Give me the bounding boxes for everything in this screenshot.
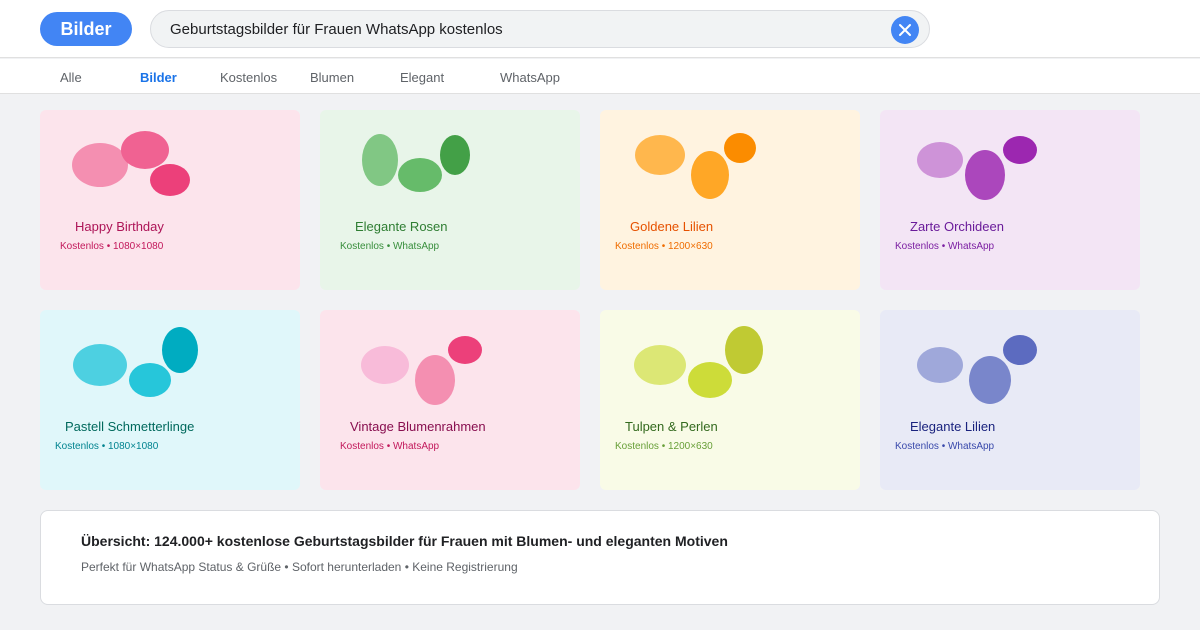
flower-shape bbox=[150, 164, 190, 196]
flower-shape bbox=[969, 356, 1011, 404]
search-input[interactable] bbox=[170, 11, 890, 47]
summary-title: Übersicht: 124.000+ kostenlose Geburtsta… bbox=[81, 533, 728, 549]
image-card[interactable]: Tulpen & Perlen Kostenlos • 1200×630 bbox=[600, 310, 860, 490]
summary-panel: Übersicht: 124.000+ kostenlose Geburtsta… bbox=[40, 510, 1160, 605]
logo-button[interactable]: Bilder bbox=[40, 12, 132, 46]
image-card[interactable]: Vintage Blumenrahmen Kostenlos • WhatsAp… bbox=[320, 310, 580, 490]
image-card[interactable]: Happy Birthday Kostenlos • 1080×1080 bbox=[40, 110, 300, 290]
header: Bilder bbox=[0, 0, 1200, 58]
flower-shape bbox=[415, 355, 455, 405]
image-card[interactable]: Goldene Lilien Kostenlos • 1200×630 bbox=[600, 110, 860, 290]
flower-shape bbox=[635, 135, 685, 175]
summary-subtitle: Perfekt für WhatsApp Status & Grüße • So… bbox=[81, 560, 518, 574]
card-meta: Kostenlos • WhatsApp bbox=[340, 241, 440, 252]
flower-shape bbox=[688, 362, 732, 398]
card-meta: Kostenlos • WhatsApp bbox=[895, 441, 995, 452]
butterfly-shape bbox=[73, 344, 127, 386]
card-title: Elegante Lilien bbox=[910, 419, 996, 434]
flower-shape bbox=[72, 143, 128, 187]
image-card[interactable]: Elegante Lilien Kostenlos • WhatsApp bbox=[880, 310, 1140, 490]
butterfly-shape bbox=[129, 363, 171, 397]
flower-shape bbox=[634, 345, 686, 385]
card-title: Tulpen & Perlen bbox=[625, 419, 718, 434]
card-meta: Kostenlos • 1200×630 bbox=[615, 441, 713, 452]
card-meta: Kostenlos • 1080×1080 bbox=[60, 241, 164, 252]
flower-shape bbox=[398, 158, 442, 192]
flower-shape bbox=[440, 135, 470, 175]
flower-shape bbox=[917, 142, 963, 178]
card-title: Goldene Lilien bbox=[630, 219, 714, 234]
butterfly-shape bbox=[162, 327, 198, 373]
flower-shape bbox=[448, 336, 482, 364]
card-meta: Kostenlos • WhatsApp bbox=[340, 441, 440, 452]
flower-shape bbox=[917, 347, 963, 383]
card-title: Elegante Rosen bbox=[355, 219, 448, 234]
flower-shape bbox=[362, 134, 398, 186]
flower-shape bbox=[1003, 335, 1037, 365]
card-title: Zarte Orchideen bbox=[910, 219, 1004, 234]
card-title: Vintage Blumenrahmen bbox=[350, 419, 486, 434]
flower-shape bbox=[725, 326, 763, 374]
flower-shape bbox=[965, 150, 1005, 200]
flower-shape bbox=[1003, 136, 1037, 164]
image-card[interactable]: Elegante Rosen Kostenlos • WhatsApp bbox=[320, 110, 580, 290]
tab-blumen[interactable]: Blumen bbox=[310, 70, 354, 85]
card-title: Pastell Schmetterlinge bbox=[65, 419, 195, 434]
card-meta: Kostenlos • 1200×630 bbox=[615, 241, 713, 252]
clear-search-button[interactable] bbox=[891, 16, 919, 44]
tab-bilder[interactable]: Bilder bbox=[140, 70, 177, 85]
tab-bar: Alle Bilder Kostenlos Blumen Elegant Wha… bbox=[0, 59, 1200, 94]
flower-shape bbox=[724, 133, 756, 163]
flower-shape bbox=[361, 346, 409, 384]
close-icon bbox=[899, 24, 911, 36]
image-card[interactable]: Zarte Orchideen Kostenlos • WhatsApp bbox=[880, 110, 1140, 290]
search-box[interactable] bbox=[150, 10, 930, 48]
flower-shape bbox=[691, 151, 729, 199]
card-meta: Kostenlos • WhatsApp bbox=[895, 241, 995, 252]
image-card[interactable]: Pastell Schmetterlinge Kostenlos • 1080×… bbox=[40, 310, 300, 490]
card-meta: Kostenlos • 1080×1080 bbox=[55, 441, 159, 452]
card-title: Happy Birthday bbox=[75, 219, 164, 234]
tab-alle[interactable]: Alle bbox=[60, 70, 82, 85]
tab-whatsapp[interactable]: WhatsApp bbox=[500, 70, 560, 85]
tab-kostenlos[interactable]: Kostenlos bbox=[220, 70, 277, 85]
tab-elegant[interactable]: Elegant bbox=[400, 70, 444, 85]
flower-shape bbox=[121, 131, 169, 169]
